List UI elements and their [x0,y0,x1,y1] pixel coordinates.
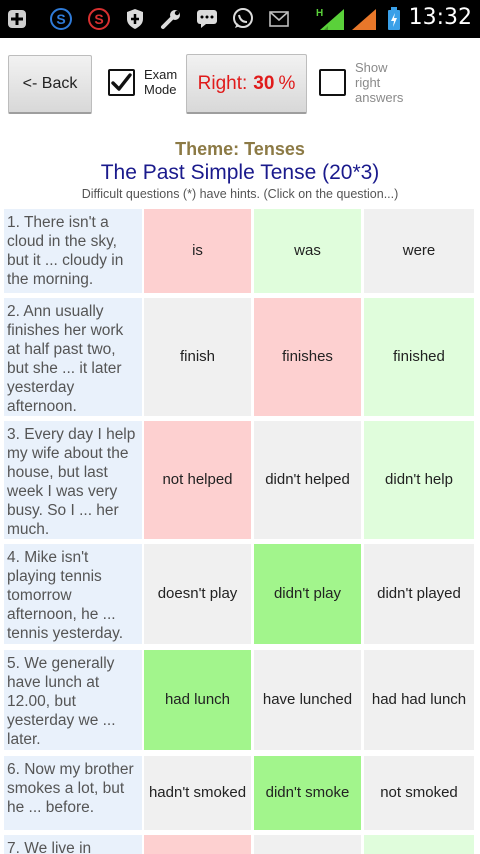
question-text[interactable]: 6. Now my brother smokes a lot, but he .… [4,756,142,830]
answer-option[interactable]: had lunch [144,650,251,750]
question-text[interactable]: 1. There isn't a cloud in the sky, but i… [4,209,142,293]
page-title: The Past Simple Tense (20*3) [100,161,380,184]
skype-icon: S [50,8,72,30]
answer-option[interactable] [364,835,474,854]
show-answers-label: Show right answers [355,60,404,105]
right-score-button[interactable]: Right: 30 % [186,54,307,114]
question-row: 5. We generally have lunch at 12.00, but… [4,650,476,750]
answer-option[interactable]: doesn't play [144,544,251,644]
answer-option[interactable]: didn't helped [254,421,361,539]
answer-option[interactable]: not helped [144,421,251,539]
question-text[interactable]: 2. Ann usually finishes her work at half… [4,298,142,416]
answer-option[interactable]: were [364,209,474,293]
shield-icon [124,8,146,30]
question-row: 7. We live in [4,835,476,854]
right-label: Right: [197,72,248,94]
status-bar: S S H 13:32 [0,0,480,38]
s-app-icon: S [88,8,110,30]
theme-heading: Theme: Tenses [175,139,305,159]
add-icon [6,8,28,30]
checkmark-icon [111,73,132,91]
answer-option[interactable]: didn't smoke [254,756,361,830]
wrench-icon [160,8,182,30]
question-row: 2. Ann usually finishes her work at half… [4,298,476,416]
clock-time: 13:32 [408,5,472,30]
question-row: 4. Mike isn't playing tennis tomorrow af… [4,544,476,644]
answer-option[interactable]: didn't help [364,421,474,539]
answer-option[interactable]: have lunched [254,650,361,750]
svg-text:H: H [316,8,323,19]
question-text[interactable]: 5. We generally have lunch at 12.00, but… [4,650,142,750]
toolbar: <- Back Exam Mode Right: 30 % Show right… [0,38,480,118]
right-value: 30 [253,72,275,94]
question-text[interactable]: 7. We live in [4,835,142,854]
answer-option[interactable] [254,835,361,854]
battery-icon [384,7,404,30]
question-row: 6. Now my brother smokes a lot, but he .… [4,756,476,830]
svg-text:S: S [56,11,65,27]
answer-option[interactable]: hadn't smoked [144,756,251,830]
answer-option[interactable]: had had lunch [364,650,474,750]
back-button[interactable]: <- Back [8,55,92,114]
answer-option[interactable]: didn't play [254,544,361,644]
answer-option[interactable]: finishes [254,298,361,416]
chat-icon [196,8,218,30]
question-text[interactable]: 4. Mike isn't playing tennis tomorrow af… [4,544,142,644]
exam-mode-checkbox[interactable] [108,69,135,96]
hint-text: Difficult questions (*) have hints. (Cli… [81,187,399,201]
whatsapp-icon [232,8,254,30]
answer-option[interactable]: not smoked [364,756,474,830]
mail-icon [268,8,290,30]
answer-option[interactable]: finish [144,298,251,416]
answer-option[interactable]: is [144,209,251,293]
answer-option[interactable] [144,835,251,854]
question-row: 1. There isn't a cloud in the sky, but i… [4,209,476,293]
svg-text:S: S [94,11,103,27]
show-answers-checkbox[interactable] [319,69,346,96]
answer-option[interactable]: finished [364,298,474,416]
question-text[interactable]: 3. Every day I help my wife about the ho… [4,421,142,539]
signal-icon: H [314,8,346,30]
question-row: 3. Every day I help my wife about the ho… [4,421,476,539]
right-unit: % [278,72,296,94]
answer-option[interactable]: didn't played [364,544,474,644]
signal-icon [350,8,378,30]
exam-mode-label: Exam Mode [144,67,178,97]
answer-option[interactable]: was [254,209,361,293]
